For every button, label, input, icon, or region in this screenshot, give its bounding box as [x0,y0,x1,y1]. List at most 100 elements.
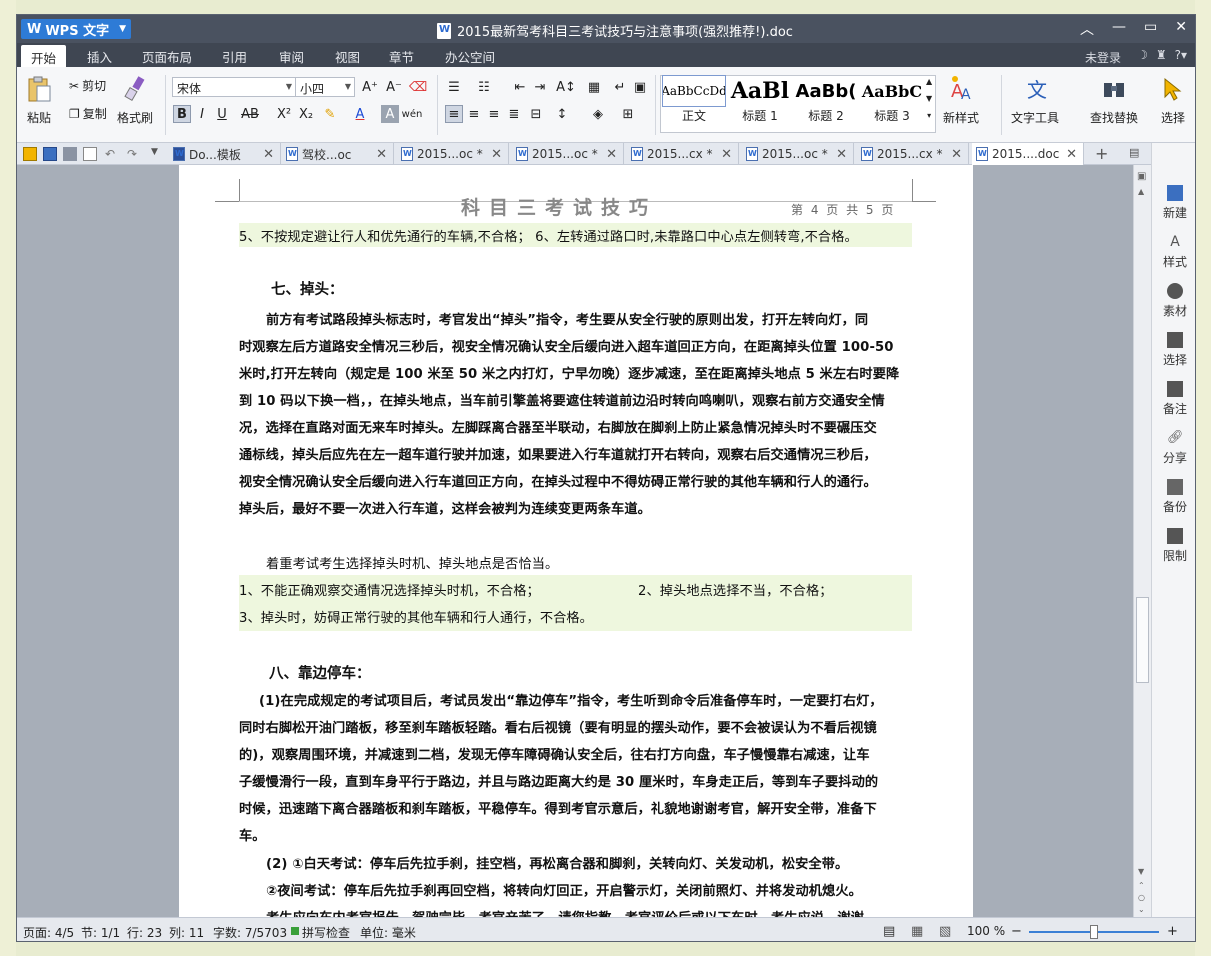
style-gallery-scroll[interactable]: ▲ ▼ ▾ [926,77,932,120]
doc-tab[interactable]: 2015...oc * ✕ [397,143,509,165]
app-menu-button[interactable]: W WPS 文字 ▼ [21,19,131,39]
distributed-align-button[interactable]: ⊟ [527,105,545,123]
select-button[interactable]: 选择 [1159,75,1187,126]
open-icon[interactable] [23,147,37,161]
chevron-up-icon[interactable]: ▲ [1138,187,1144,196]
strikethrough-button[interactable]: AB [239,105,261,123]
side-share[interactable]: 🔗︎ 分享 [1152,430,1195,466]
paragraph-mark-icon[interactable]: ↵ [611,78,629,96]
status-page[interactable]: 页面: 4/5 [23,924,74,941]
print-preview-icon[interactable] [83,147,97,161]
close-icon[interactable]: ✕ [606,147,617,162]
tab-page-layout[interactable]: 页面布局 [142,47,192,66]
chevron-down-icon[interactable]: ▼ [1138,867,1144,876]
find-replace-button[interactable]: 查找替换 [1090,75,1138,126]
help-icon[interactable]: ?▾ [1175,48,1187,62]
cut-button[interactable]: ✂ 剪切 [69,77,106,94]
style-normal[interactable]: AaBbCcDd 正文 [662,75,726,131]
doc-tab[interactable]: 2015...oc * ✕ [512,143,624,165]
document-page[interactable]: 科目三考试技巧 第 4 页 共 5 页 5、不按规定避让行人和优先通行的车辆,不… [179,165,973,917]
doc-tab-active[interactable]: 2015....doc ✕ [972,143,1084,165]
decrease-indent-icon[interactable]: ⇤ [511,78,529,96]
borders-icon[interactable]: ⊞ [619,105,637,123]
align-right-button[interactable]: ≡ [485,105,503,123]
web-view-icon[interactable]: ▧ [939,924,951,939]
increase-indent-icon[interactable]: ⇥ [531,78,549,96]
bold-button[interactable]: B [173,105,191,123]
table-icon[interactable]: ▦ [585,78,603,96]
superscript-button[interactable]: X² [275,105,293,123]
font-name-select[interactable]: 宋体 ▼ [172,77,296,97]
tab-chapter[interactable]: 章节 [389,47,414,66]
page-nav-icon[interactable]: ▣ [1137,171,1146,182]
subscript-button[interactable]: X₂ [297,105,315,123]
close-button[interactable]: ✕ [1175,19,1187,39]
underline-button[interactable]: U [213,105,231,123]
doc-tab[interactable]: Do...模板 ✕ [169,143,281,165]
style-heading-1[interactable]: AaBl 标题 1 [728,75,792,131]
align-center-button[interactable]: ≡ [465,105,483,123]
tab-list-icon[interactable]: ▤ [1129,146,1139,159]
line-spacing-icon[interactable]: ↕ [553,105,571,123]
zoom-out-icon[interactable]: − [1011,924,1022,939]
doc-tab[interactable]: 2015...cx * ✕ [627,143,739,165]
zoom-in-icon[interactable]: + [1167,924,1178,939]
copy-button[interactable]: ❐ 复制 [69,105,107,122]
customize-toolbar-icon[interactable]: ▼ [151,147,165,161]
scrollbar-thumb[interactable] [1136,597,1149,683]
font-color-button[interactable]: A [351,105,369,123]
tab-references[interactable]: 引用 [222,47,247,66]
show-hide-icon[interactable]: ▣ [631,78,649,96]
char-shading-button[interactable]: A [381,105,399,123]
format-painter-button[interactable]: 格式刷 [117,75,153,126]
doc-tab[interactable]: 2015...cx * ✕ [857,143,969,165]
close-icon[interactable]: ✕ [491,147,502,162]
redo-icon[interactable]: ↷ [127,147,141,161]
close-icon[interactable]: ✕ [836,147,847,162]
login-status[interactable]: 未登录 [1085,49,1121,66]
close-icon[interactable]: ✕ [376,147,387,162]
shirt-icon[interactable]: ♜ [1156,48,1167,62]
skin-icon[interactable]: ☽ [1137,48,1148,62]
status-unit[interactable]: 单位: 毫米 [360,924,416,941]
outline-view-icon[interactable]: ▦ [911,924,923,939]
zoom-slider-thumb[interactable] [1090,925,1098,939]
align-left-button[interactable]: ≡ [445,105,463,123]
next-page-icon[interactable]: ⌄ [1138,905,1145,914]
close-icon[interactable]: ✕ [721,147,732,162]
shrink-font-icon[interactable]: A⁻ [385,78,403,96]
tab-insert[interactable]: 插入 [87,47,112,66]
justify-button[interactable]: ≣ [505,105,523,123]
side-material[interactable]: 素材 [1152,283,1195,319]
tab-review[interactable]: 审阅 [279,47,304,66]
prev-page-icon[interactable]: ⌃ [1138,881,1145,890]
style-heading-3[interactable]: AaBbC 标题 3 [860,75,924,131]
close-icon[interactable]: ✕ [951,147,962,162]
text-tools-button[interactable]: 文 文字工具 [1011,75,1059,126]
close-icon[interactable]: ✕ [1066,147,1077,162]
new-tab-button[interactable]: + [1095,144,1108,163]
zoom-level[interactable]: 100 % [967,924,1005,938]
bullet-list-icon[interactable]: ☰ [445,78,463,96]
collapse-ribbon-icon[interactable]: ︿ [1080,19,1094,39]
close-icon[interactable]: ✕ [263,147,274,162]
minimize-button[interactable]: — [1112,19,1126,39]
side-comment[interactable]: 备注 [1152,381,1195,417]
paste-button[interactable]: 粘贴 [25,75,53,126]
style-heading-2[interactable]: AaBb( 标题 2 [794,75,858,131]
grow-font-icon[interactable]: A⁺ [361,78,379,96]
italic-button[interactable]: I [193,105,211,123]
highlight-icon[interactable]: ✎ [321,105,339,123]
print-icon[interactable] [63,147,77,161]
side-select[interactable]: 选择 [1152,332,1195,368]
new-style-button[interactable]: AA 新样式 [943,75,979,126]
side-backup[interactable]: 备份 [1152,479,1195,515]
maximize-button[interactable]: ▭ [1144,19,1157,39]
clear-format-icon[interactable]: ⌫ [409,78,427,96]
shading-fill-icon[interactable]: ◈ [589,105,607,123]
numbered-list-icon[interactable]: ☷ [475,78,493,96]
tab-home[interactable]: 开始 [21,45,67,67]
side-new[interactable]: 新建 [1152,185,1195,221]
browse-object-icon[interactable]: ○ [1138,893,1145,902]
doc-tab[interactable]: 2015...oc * ✕ [742,143,854,165]
